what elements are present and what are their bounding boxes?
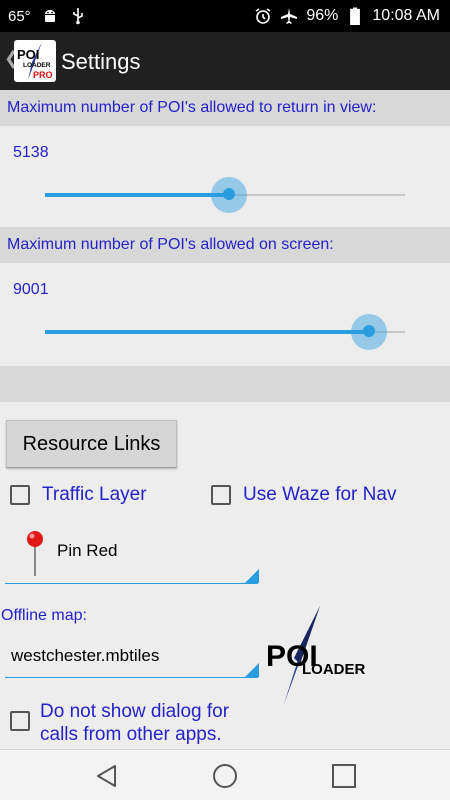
offline-map-label: Offline map: xyxy=(1,607,87,624)
slider-fill xyxy=(45,193,229,197)
alarm-icon xyxy=(254,7,272,25)
screen-limit-slider[interactable] xyxy=(45,314,405,350)
battery-percent: 96% xyxy=(306,7,339,24)
traffic-layer-option[interactable]: Traffic Layer xyxy=(10,484,147,506)
slider-thumb[interactable] xyxy=(222,188,235,200)
section-divider xyxy=(0,366,450,402)
action-bar: ❮ POI LOADER PRO Settings xyxy=(0,32,450,90)
page-title: Settings xyxy=(61,49,141,74)
offline-map-spinner[interactable] xyxy=(5,634,259,678)
view-limit-value: 5138 xyxy=(13,144,49,161)
status-bar: 65° 96% 10:08 AM xyxy=(0,0,450,32)
dropdown-arrow-icon xyxy=(245,569,259,583)
waze-checkbox[interactable] xyxy=(211,485,231,505)
airplane-icon xyxy=(280,7,298,25)
pin-spinner[interactable] xyxy=(5,520,259,584)
no-dialog-checkbox[interactable] xyxy=(10,711,30,731)
waze-option[interactable]: Use Waze for Nav xyxy=(211,484,396,506)
nav-home-icon[interactable] xyxy=(211,762,239,790)
app-logo[interactable]: POI LOADER PRO xyxy=(14,40,56,82)
no-dialog-option[interactable]: Do not show dialog for calls from other … xyxy=(10,700,260,746)
navigation-bar xyxy=(0,749,450,800)
waze-label: Use Waze for Nav xyxy=(243,484,397,505)
poi-logo-bottom: LOADER xyxy=(302,661,366,678)
usb-icon xyxy=(69,7,87,25)
traffic-layer-label: Traffic Layer xyxy=(42,484,147,505)
logo-text-top: POI xyxy=(17,47,39,62)
slider-fill xyxy=(45,330,369,334)
logo-text-pro: PRO xyxy=(33,70,53,80)
screen-limit-section: 9001 xyxy=(0,263,450,366)
nav-recents-icon[interactable] xyxy=(330,762,358,790)
resource-links-button[interactable]: Resource Links xyxy=(6,420,177,468)
temperature-text: 65° xyxy=(8,7,31,25)
view-limit-header: Maximum number of POI's allowed to retur… xyxy=(0,90,450,126)
android-icon xyxy=(41,7,59,25)
nav-back-icon[interactable] xyxy=(93,762,121,790)
slider-thumb[interactable] xyxy=(363,325,375,337)
view-limit-slider[interactable] xyxy=(45,177,405,213)
no-dialog-label: Do not show dialog for calls from other … xyxy=(40,701,230,745)
traffic-layer-checkbox[interactable] xyxy=(10,485,30,505)
view-limit-section: 5138 xyxy=(0,126,450,227)
battery-icon xyxy=(346,7,364,25)
logo-text-mid: LOADER xyxy=(23,62,51,69)
poi-loader-logo: POI LOADER xyxy=(266,606,366,704)
dropdown-arrow-icon xyxy=(245,663,259,677)
screen-limit-value: 9001 xyxy=(13,281,49,298)
screen-limit-header: Maximum number of POI's allowed on scree… xyxy=(0,227,450,263)
clock: 10:08 AM xyxy=(372,7,440,24)
